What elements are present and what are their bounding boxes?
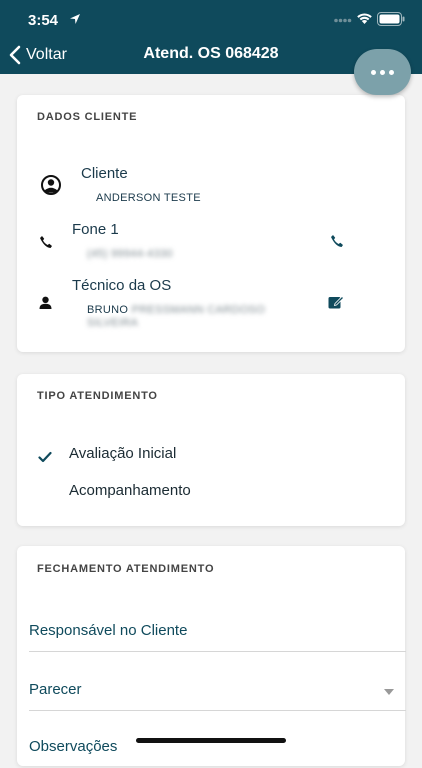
- battery-icon: [377, 12, 405, 26]
- fone-label: Fone 1: [72, 221, 119, 238]
- tipo-atendimento-card: TIPO ATENDIMENTO Avaliação Inicial Acomp…: [17, 374, 405, 526]
- dropdown-caret-icon: [384, 689, 394, 695]
- status-bar: 3:54: [0, 0, 422, 40]
- tecnico-value: BRUNO PRESSMANN CARDOSO: [87, 304, 265, 316]
- cellular-signal-icon: [334, 18, 352, 23]
- fechamento-atendimento-card: FECHAMENTO ATENDIMENTO Responsável no Cl…: [17, 546, 406, 768]
- wifi-icon: [357, 13, 372, 24]
- observacoes-label: Observações: [29, 738, 118, 755]
- call-phone-icon[interactable]: [330, 234, 344, 248]
- fone-value: (45) 99944-4330: [87, 248, 173, 260]
- observacoes-field[interactable]: Observações: [29, 726, 406, 768]
- card-title-tipo-atendimento: TIPO ATENDIMENTO: [37, 390, 158, 402]
- user-circle-icon: [41, 175, 61, 195]
- checkmark-icon: [38, 451, 52, 463]
- responsavel-field[interactable]: Responsável no Cliente: [29, 610, 406, 652]
- card-title-fechamento: FECHAMENTO ATENDIMENTO: [37, 563, 215, 575]
- person-icon: [39, 296, 52, 309]
- dados-cliente-card: DADOS CLIENTE Cliente ANDERSON TESTE Fon…: [17, 95, 405, 352]
- tecnico-value-line2: SILVEIRA: [87, 317, 139, 329]
- phone-icon: [40, 236, 52, 248]
- status-time: 3:54: [28, 12, 59, 29]
- location-arrow-icon: [70, 14, 80, 24]
- edit-icon[interactable]: [328, 294, 344, 309]
- more-dots-icon: [371, 69, 376, 75]
- responsavel-label: Responsável no Cliente: [29, 622, 188, 639]
- parecer-select[interactable]: Parecer: [29, 669, 406, 711]
- tecnico-label: Técnico da OS: [72, 277, 172, 294]
- cliente-value: ANDERSON TESTE: [96, 192, 201, 204]
- more-options-button[interactable]: [354, 49, 411, 95]
- parecer-label: Parecer: [29, 681, 82, 698]
- tecnico-name-rest: PRESSMANN CARDOSO: [131, 304, 266, 316]
- option-avaliacao-inicial[interactable]: Avaliação Inicial: [69, 445, 176, 462]
- home-indicator: [136, 738, 286, 743]
- option-acompanhamento[interactable]: Acompanhamento: [69, 482, 191, 499]
- tecnico-name-first: BRUNO: [87, 304, 132, 316]
- card-title-dados-cliente: DADOS CLIENTE: [37, 111, 138, 123]
- cliente-label: Cliente: [81, 165, 128, 182]
